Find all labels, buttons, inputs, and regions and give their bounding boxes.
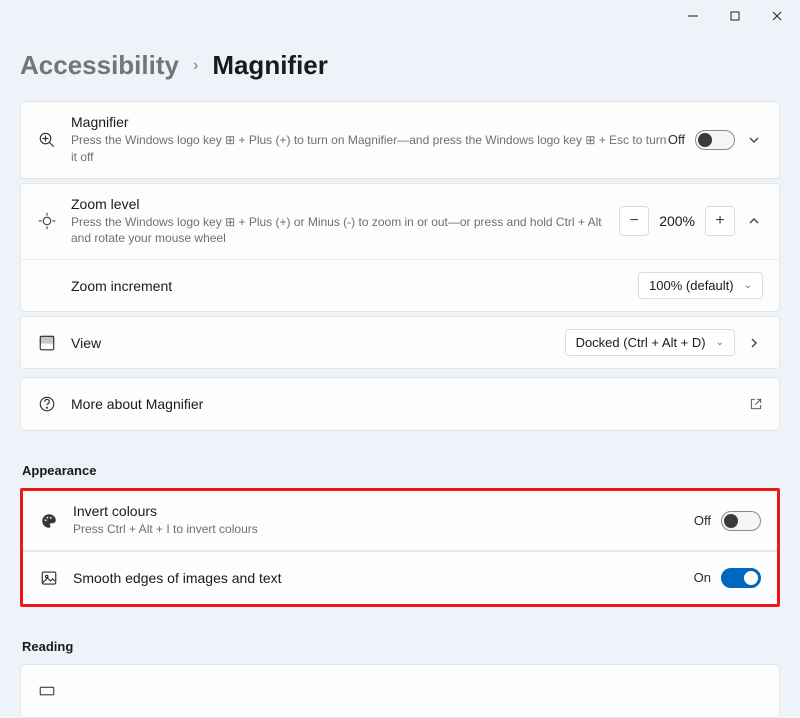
page-title: Magnifier xyxy=(212,50,328,81)
zoom-value: 200% xyxy=(659,213,695,229)
zoom-increment-value: 100% (default) xyxy=(649,278,734,293)
magnifier-card: Magnifier Press the Windows logo key ⊞ +… xyxy=(20,101,780,179)
smooth-edges-row[interactable]: Smooth edges of images and text On xyxy=(23,552,777,604)
zoom-level-subtitle: Press the Windows logo key ⊞ + Plus (+) … xyxy=(71,214,619,248)
magnifier-subtitle: Press the Windows logo key ⊞ + Plus (+) … xyxy=(71,132,668,166)
zoom-increase-button[interactable]: + xyxy=(705,206,735,236)
chevron-down-icon: ⌄ xyxy=(716,337,724,348)
zoom-increment-row[interactable]: Zoom increment 100% (default) ⌄ xyxy=(21,259,779,311)
magnifier-toggle-label: Off xyxy=(668,132,685,147)
more-card: More about Magnifier xyxy=(20,377,780,431)
zoom-stepper: − 200% + xyxy=(619,206,735,236)
invert-colours-title: Invert colours xyxy=(73,503,694,519)
image-icon xyxy=(39,568,59,588)
window-titlebar xyxy=(0,0,800,32)
palette-icon xyxy=(39,511,59,531)
zoom-level-title: Zoom level xyxy=(71,196,619,212)
view-card: View Docked (Ctrl + Alt + D) ⌄ xyxy=(20,316,780,369)
chevron-right-icon[interactable] xyxy=(745,334,763,352)
chevron-down-icon: ⌄ xyxy=(744,280,752,291)
minimize-button[interactable] xyxy=(674,4,712,28)
view-title: View xyxy=(71,335,565,351)
view-icon xyxy=(37,333,57,353)
chevron-down-icon[interactable] xyxy=(745,131,763,149)
magnifier-title: Magnifier xyxy=(71,114,668,130)
close-button[interactable] xyxy=(758,4,796,28)
zoom-card: Zoom level Press the Windows logo key ⊞ … xyxy=(20,183,780,313)
windows-logo-key-icon: ⊞ xyxy=(225,215,235,229)
magnifier-icon xyxy=(37,130,57,150)
more-about-magnifier-link[interactable]: More about Magnifier xyxy=(21,378,779,430)
reading-section-header: Reading xyxy=(20,611,780,664)
appearance-highlight-box: Invert colours Press Ctrl + Alt + I to i… xyxy=(20,488,780,607)
more-title: More about Magnifier xyxy=(71,396,749,412)
breadcrumb: Accessibility › Magnifier xyxy=(20,32,780,101)
invert-colours-toggle-label: Off xyxy=(694,513,711,528)
smooth-edges-toggle[interactable] xyxy=(721,568,761,588)
reading-row[interactable] xyxy=(21,665,779,717)
zoom-decrease-button[interactable]: − xyxy=(619,206,649,236)
zoom-increment-dropdown[interactable]: 100% (default) ⌄ xyxy=(638,272,763,299)
invert-colours-toggle[interactable] xyxy=(721,511,761,531)
zoom-increment-title: Zoom increment xyxy=(71,278,638,294)
external-link-icon xyxy=(749,397,763,411)
smooth-edges-title: Smooth edges of images and text xyxy=(73,570,694,586)
zoom-level-row[interactable]: Zoom level Press the Windows logo key ⊞ … xyxy=(21,184,779,260)
view-row[interactable]: View Docked (Ctrl + Alt + D) ⌄ xyxy=(21,317,779,368)
chevron-up-icon[interactable] xyxy=(745,212,763,230)
keyboard-icon xyxy=(37,681,57,701)
zoom-icon xyxy=(37,211,57,231)
invert-colours-row[interactable]: Invert colours Press Ctrl + Alt + I to i… xyxy=(23,491,777,550)
breadcrumb-parent[interactable]: Accessibility xyxy=(20,50,179,81)
invert-colours-subtitle: Press Ctrl + Alt + I to invert colours xyxy=(73,521,694,538)
help-icon xyxy=(37,394,57,414)
appearance-section-header: Appearance xyxy=(20,435,780,488)
windows-logo-key-icon: ⊞ xyxy=(225,133,235,147)
maximize-button[interactable] xyxy=(716,4,754,28)
reading-card xyxy=(20,664,780,718)
chevron-right-icon: › xyxy=(193,57,198,75)
view-dropdown[interactable]: Docked (Ctrl + Alt + D) ⌄ xyxy=(565,329,735,356)
windows-logo-key-icon: ⊞ xyxy=(585,133,595,147)
magnifier-row[interactable]: Magnifier Press the Windows logo key ⊞ +… xyxy=(21,102,779,178)
magnifier-toggle[interactable] xyxy=(695,130,735,150)
view-value: Docked (Ctrl + Alt + D) xyxy=(576,335,706,350)
smooth-edges-toggle-label: On xyxy=(694,570,711,585)
